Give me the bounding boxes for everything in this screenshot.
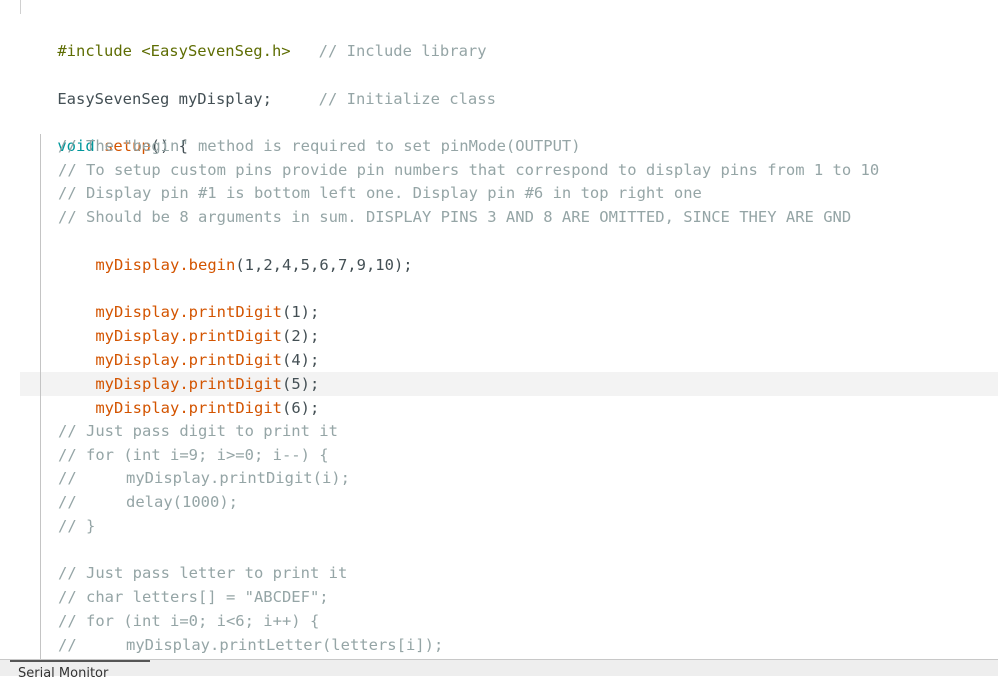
code-line-comment-body: myDisplay.printLetter(letters[i]); xyxy=(126,636,444,654)
code-line-comment-body: delay(1000); xyxy=(126,493,238,511)
code-line-comment[interactable]: // xyxy=(58,490,77,514)
code-line-begin[interactable]: myDisplay.begin(1,2,4,5,6,7,9,10); xyxy=(58,229,412,274)
code-line-comment[interactable]: // Just pass digit to print it xyxy=(58,419,338,443)
code-line-printdigit[interactable]: myDisplay.printDigit(5); xyxy=(58,348,319,393)
arguments: (6); xyxy=(281,399,320,417)
code-line-printdigit[interactable]: myDisplay.printDigit(4); xyxy=(58,324,319,369)
code-line-printdigit[interactable]: myDisplay.printDigit(1); xyxy=(58,276,319,321)
declaration-text: EasySevenSeg myDisplay; xyxy=(57,90,272,108)
code-line-comment[interactable]: // for (int i=9; i>=0; i--) { xyxy=(58,443,329,467)
gutter-line xyxy=(20,0,21,14)
code-line-comment[interactable]: // The "begin" method is required to set… xyxy=(58,134,581,158)
method-name: .printDigit xyxy=(179,399,282,417)
indent-guide xyxy=(40,134,41,659)
code-line-setup[interactable]: void setup() { xyxy=(20,110,188,155)
code-line-comment[interactable]: // for (int i=0; i<6; i++) { xyxy=(58,609,319,633)
code-line-comment[interactable]: // To setup custom pins provide pin numb… xyxy=(58,158,879,182)
code-line-comment[interactable]: // Display pin #1 is bottom left one. Di… xyxy=(58,181,702,205)
code-line-comment[interactable]: // char letters[] = "ABCDEF"; xyxy=(58,585,329,609)
method-name: .begin xyxy=(179,256,236,274)
bottom-panel[interactable]: Serial Monitor xyxy=(0,659,998,681)
preprocessor-keyword: #include xyxy=(57,42,132,60)
code-line-comment[interactable]: // xyxy=(58,466,77,490)
code-line-comment[interactable]: // xyxy=(58,633,77,657)
code-editor[interactable]: #include <EasySevenSeg.h> // Include lib… xyxy=(0,0,998,659)
object-name: myDisplay xyxy=(95,256,180,274)
code-comment: // Initialize class xyxy=(271,90,496,108)
code-line-comment[interactable]: // Just pass letter to print it xyxy=(58,561,347,585)
code-line-declaration[interactable]: EasySevenSeg myDisplay; // Initialize cl… xyxy=(20,63,496,108)
serial-monitor-tab[interactable]: Serial Monitor xyxy=(18,666,108,681)
code-line-include[interactable]: #include <EasySevenSeg.h> // Include lib… xyxy=(20,15,486,60)
code-line-printdigit[interactable]: myDisplay.printDigit(6); xyxy=(58,372,319,417)
code-line-comment[interactable]: // } xyxy=(58,514,95,538)
code-line-comment-body: myDisplay.printDigit(i); xyxy=(126,469,350,487)
include-target: <EasySevenSeg.h> xyxy=(131,42,291,60)
arguments: (1,2,4,5,6,7,9,10); xyxy=(235,256,413,274)
panel-divider xyxy=(10,660,150,662)
code-comment: // Include library xyxy=(290,42,487,60)
code-line-comment[interactable]: // Should be 8 arguments in sum. DISPLAY… xyxy=(58,205,851,229)
object-name: myDisplay xyxy=(95,399,180,417)
code-line-printdigit[interactable]: myDisplay.printDigit(2); xyxy=(58,300,319,345)
